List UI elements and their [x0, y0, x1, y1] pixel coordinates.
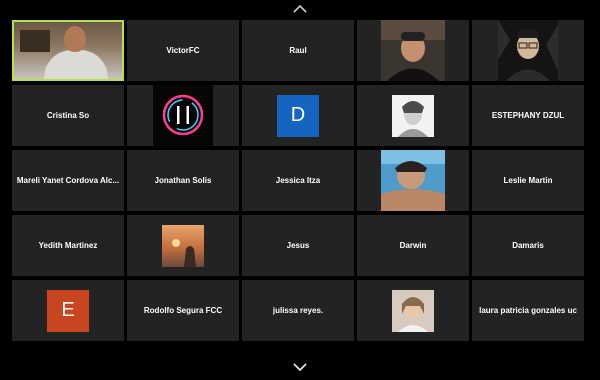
profile-picture	[498, 20, 558, 81]
participant-tile[interactable]	[357, 150, 469, 211]
participant-tile[interactable]: Yedith Martinez	[12, 215, 124, 276]
page-down-button[interactable]	[288, 360, 312, 374]
profile-picture	[381, 150, 445, 211]
participant-name: Jessica Itza	[275, 176, 321, 185]
participant-tile[interactable]	[357, 280, 469, 341]
participant-tile[interactable]: Leslie Martin	[472, 150, 584, 211]
participant-name: Yedith Martinez	[38, 241, 98, 250]
profile-picture	[153, 85, 213, 146]
participant-name: Darwin	[399, 241, 427, 250]
chevron-up-icon	[293, 5, 307, 13]
video-feed	[14, 22, 122, 79]
profile-picture	[392, 94, 434, 137]
participant-name: ESTEPHANY DZUL	[491, 111, 565, 120]
participant-tile[interactable]	[357, 85, 469, 146]
participant-tile[interactable]: laura patricia gonzales uc	[472, 280, 584, 341]
participant-name: VictorFC	[166, 46, 200, 55]
participant-tile[interactable]: julissa reyes.	[242, 280, 354, 341]
participant-tile[interactable]: D	[242, 85, 354, 146]
participant-name: julissa reyes.	[272, 306, 324, 315]
participant-name: Damaris	[512, 241, 544, 250]
participant-tile[interactable]	[12, 20, 124, 81]
participant-tile[interactable]	[357, 20, 469, 81]
participant-tile[interactable]: Jonathan Solis	[127, 150, 239, 211]
chevron-down-icon	[293, 363, 307, 371]
participant-tile[interactable]: ESTEPHANY DZUL	[472, 85, 584, 146]
participant-tile[interactable]	[472, 20, 584, 81]
participant-tile[interactable]: Jessica Itza	[242, 150, 354, 211]
participant-gallery: VictorFC Raul Cristina So D ESTEPHANY DZUL Ma…	[12, 20, 584, 341]
participant-name: Cristina So	[46, 111, 90, 120]
participant-tile[interactable]: Damaris	[472, 215, 584, 276]
participant-tile[interactable]	[127, 85, 239, 146]
participant-tile[interactable]: Raul	[242, 20, 354, 81]
avatar: E	[47, 289, 89, 332]
participant-tile[interactable]	[127, 215, 239, 276]
participant-tile[interactable]: Cristina So	[12, 85, 124, 146]
participant-name: Raul	[289, 46, 307, 55]
page-up-button[interactable]	[288, 2, 312, 16]
participant-tile[interactable]: Jesus	[242, 215, 354, 276]
participant-tile[interactable]: E	[12, 280, 124, 341]
participant-tile[interactable]: Rodolfo Segura FCC	[127, 280, 239, 341]
participant-tile[interactable]: VictorFC	[127, 20, 239, 81]
participant-name: Mareli Yanet Cordova Alc...	[16, 176, 120, 185]
participant-name: Leslie Martin	[503, 176, 553, 185]
profile-picture	[162, 224, 204, 267]
profile-picture	[392, 289, 434, 332]
profile-picture	[381, 20, 445, 81]
participant-tile[interactable]: Mareli Yanet Cordova Alc...	[12, 150, 124, 211]
participant-name: laura patricia gonzales uc	[479, 306, 577, 315]
participant-name: Rodolfo Segura FCC	[143, 306, 223, 315]
participant-name: Jonathan Solis	[154, 176, 212, 185]
participant-name: Jesus	[286, 241, 310, 250]
avatar: D	[277, 94, 319, 137]
participant-tile[interactable]: Darwin	[357, 215, 469, 276]
